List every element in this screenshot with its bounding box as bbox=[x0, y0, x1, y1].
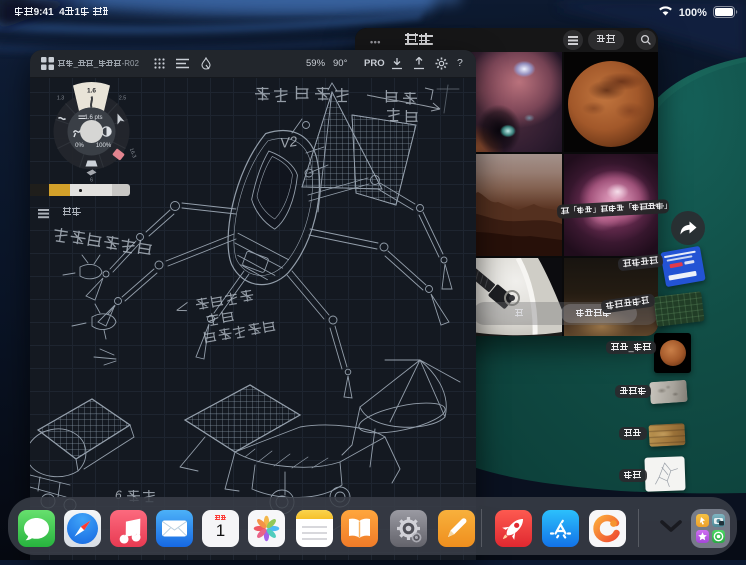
svg-text:100%: 100% bbox=[96, 143, 112, 149]
svg-text:1.6: 1.6 bbox=[87, 88, 96, 95]
svg-text:1.3: 1.3 bbox=[57, 96, 64, 102]
svg-text:6: 6 bbox=[90, 178, 93, 184]
svg-text:1.6 pts: 1.6 pts bbox=[84, 115, 102, 121]
svg-text:16.3: 16.3 bbox=[128, 147, 137, 159]
svg-text:0%: 0% bbox=[75, 143, 84, 149]
svg-text:V2: V2 bbox=[279, 133, 298, 151]
svg-text:2.5: 2.5 bbox=[119, 96, 126, 102]
